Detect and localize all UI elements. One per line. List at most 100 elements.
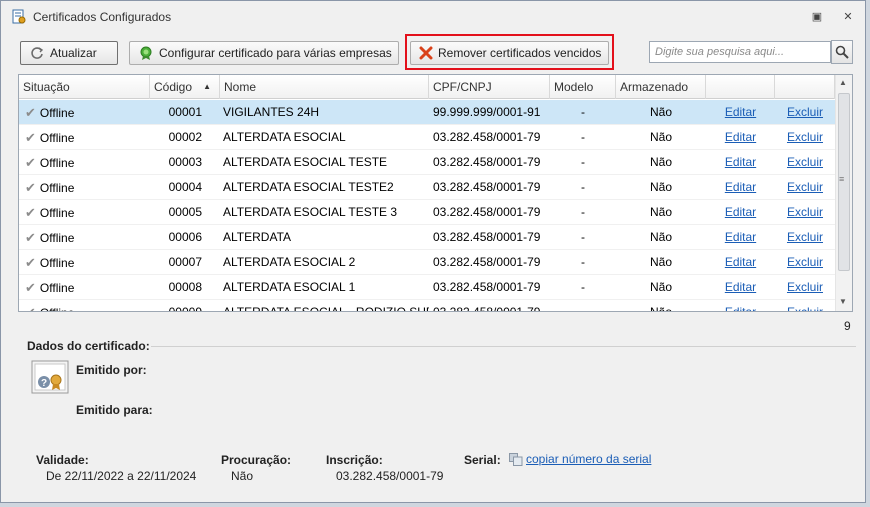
delete-link[interactable]: Excluir: [775, 100, 835, 125]
delete-link[interactable]: Excluir: [775, 150, 835, 175]
column-header-cpf-cnpj[interactable]: CPF/CNPJ: [429, 75, 550, 99]
validity-label: Validade:: [36, 453, 89, 467]
issued-by-label: Emitido por:: [76, 363, 147, 377]
table-row[interactable]: ✔ Offline 00001 VIGILANTES 24H 99.999.999/00…: [19, 100, 835, 125]
cell-modelo: -: [581, 155, 585, 169]
restore-icon: ▣: [811, 10, 823, 23]
cell-codigo: 00007: [168, 255, 202, 269]
column-header-situacao[interactable]: Situação: [19, 75, 150, 99]
delete-link[interactable]: Excluir: [775, 125, 835, 150]
cell-nome: ALTERDATA ESOCIAL TESTE2: [223, 180, 394, 194]
delete-link[interactable]: Excluir: [775, 225, 835, 250]
close-button[interactable]: ✕: [839, 8, 857, 24]
cell-nome: ALTERDATA ESOCIAL TESTE: [223, 155, 388, 169]
cell-modelo: -: [581, 180, 585, 194]
edit-link[interactable]: Editar: [706, 125, 775, 150]
delete-link[interactable]: Excluir: [775, 250, 835, 275]
offline-check-icon: ✔: [25, 300, 36, 311]
edit-link[interactable]: Editar: [706, 100, 775, 125]
scrollbar-grip-icon: ≡: [839, 174, 845, 184]
edit-link[interactable]: Editar: [706, 150, 775, 175]
restore-button[interactable]: ▣: [808, 8, 826, 24]
cell-armazenado: Não: [649, 205, 672, 219]
edit-link[interactable]: Editar: [706, 225, 775, 250]
table-row[interactable]: ✔ Offline 00009 ALTERDATA ESOCIAL - RODIZIO…: [19, 300, 835, 312]
configure-multiple-companies-button[interactable]: Configurar certificado para várias empre…: [129, 41, 399, 65]
offline-check-icon: ✔: [25, 280, 36, 295]
status-text: Offline: [39, 206, 75, 220]
power-of-attorney-value: Não: [231, 469, 254, 483]
column-header-nome[interactable]: Nome: [220, 75, 429, 99]
registration-label: Inscrição:: [326, 453, 383, 467]
search-input[interactable]: Digite sua pesquisa aqui...: [649, 41, 831, 63]
edit-link[interactable]: Editar: [706, 275, 775, 300]
table-row[interactable]: ✔ Offline 00005 ALTERDATA ESOCIAL TESTE 3 03…: [19, 200, 835, 225]
cell-situacao: ✔Offline: [25, 100, 145, 125]
cell-cpf-cnpj: 03.282.458/0001-79: [433, 155, 541, 169]
edit-link[interactable]: Editar: [706, 250, 775, 275]
scroll-up-icon[interactable]: ▲: [839, 78, 847, 87]
serial-label: Serial:: [464, 453, 501, 467]
status-text: Offline: [39, 106, 75, 120]
cell-armazenado: Não: [649, 305, 672, 312]
highlight-annotation: [405, 34, 614, 70]
delete-link[interactable]: Excluir: [775, 200, 835, 225]
cell-modelo: -: [581, 130, 585, 144]
cell-codigo: 00004: [168, 180, 202, 194]
edit-link[interactable]: Editar: [706, 300, 775, 311]
close-icon: ✕: [843, 10, 853, 23]
cell-nome: ALTERDATA ESOCIAL: [223, 130, 346, 144]
vertical-scrollbar[interactable]: ▲ ≡ ▼: [835, 75, 852, 311]
certificates-window: Certificados Configurados ▣ ✕ Atualizar …: [0, 0, 866, 503]
record-count: 9: [844, 319, 851, 333]
offline-check-icon: ✔: [25, 180, 36, 195]
offline-check-icon: ✔: [25, 130, 36, 145]
delete-link[interactable]: Excluir: [775, 300, 835, 311]
table-row[interactable]: ✔ Offline 00004 ALTERDATA ESOCIAL TESTE2 03.…: [19, 175, 835, 200]
edit-link[interactable]: Editar: [706, 200, 775, 225]
table-row[interactable]: ✔ Offline 00003 ALTERDATA ESOCIAL TESTE 03.2…: [19, 150, 835, 175]
refresh-button[interactable]: Atualizar: [20, 41, 118, 65]
cell-nome: ALTERDATA ESOCIAL TESTE 3: [223, 205, 398, 219]
offline-check-icon: ✔: [25, 105, 36, 120]
cell-modelo: -: [581, 205, 585, 219]
status-text: Offline: [39, 256, 75, 270]
delete-link[interactable]: Excluir: [775, 275, 835, 300]
offline-check-icon: ✔: [25, 155, 36, 170]
column-header-modelo[interactable]: Modelo: [550, 75, 616, 99]
scroll-down-icon[interactable]: ▼: [839, 297, 847, 306]
cell-codigo: 00003: [168, 155, 202, 169]
cell-codigo: 00005: [168, 205, 202, 219]
table-row[interactable]: ✔ Offline 00002 ALTERDATA ESOCIAL 03.282.458…: [19, 125, 835, 150]
status-text: Offline: [39, 281, 75, 295]
certificates-grid[interactable]: Situação Código ▲ Nome CPF/CNPJ Modelo Ar…: [18, 74, 853, 312]
cell-armazenado: Não: [649, 230, 672, 244]
status-text: Offline: [39, 131, 75, 145]
column-header-edit: [706, 75, 775, 99]
table-row[interactable]: ✔ Offline 00008 ALTERDATA ESOCIAL 1 03.282.4…: [19, 275, 835, 300]
cell-modelo: -: [581, 255, 585, 269]
certificate-seal-icon: [138, 45, 154, 61]
column-header-codigo[interactable]: Código ▲: [150, 75, 220, 99]
cell-situacao: ✔Offline: [25, 225, 145, 250]
cell-nome: ALTERDATA ESOCIAL 1: [223, 280, 356, 294]
column-header-armazenado[interactable]: Armazenado: [616, 75, 706, 99]
cell-cpf-cnpj: 03.282.458/0001-79: [433, 305, 541, 312]
search-button[interactable]: [831, 40, 853, 64]
cell-cpf-cnpj: 99.999.999/0001-91: [433, 105, 541, 119]
delete-link[interactable]: Excluir: [775, 175, 835, 200]
sort-ascending-icon: ▲: [203, 82, 211, 91]
search-icon: [835, 45, 849, 59]
edit-link[interactable]: Editar: [706, 175, 775, 200]
cell-armazenado: Não: [649, 105, 672, 119]
table-row[interactable]: ✔ Offline 00007 ALTERDATA ESOCIAL 2 03.282.4…: [19, 250, 835, 275]
cell-cpf-cnpj: 03.282.458/0001-79: [433, 180, 541, 194]
copy-serial-link[interactable]: copiar número da serial: [526, 452, 651, 466]
cell-modelo: -: [581, 230, 585, 244]
cell-situacao: ✔Offline: [25, 275, 145, 300]
cell-codigo: 00001: [168, 105, 202, 119]
cell-nome: ALTERDATA: [223, 230, 292, 244]
table-row[interactable]: ✔ Offline 00006 ALTERDATA 03.282.458/0001-79…: [19, 225, 835, 250]
cell-codigo: 00009: [168, 305, 202, 312]
cell-nome: VIGILANTES 24H: [223, 105, 320, 119]
